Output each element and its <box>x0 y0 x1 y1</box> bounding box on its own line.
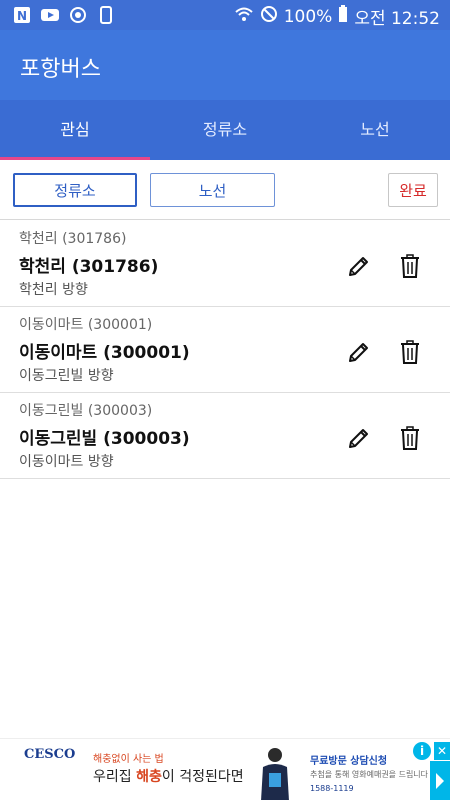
status-left-icons: N <box>12 5 116 25</box>
ad-person-image <box>255 745 295 800</box>
battery-percent: 100% <box>283 6 333 27</box>
trash-icon <box>401 254 419 278</box>
delete-button[interactable] <box>398 339 422 365</box>
stop-direction: 학천리 방향 <box>19 282 88 298</box>
tab-routes[interactable]: 노선 <box>300 100 450 160</box>
stop-filter-button[interactable]: 정류소 <box>13 173 137 207</box>
ad-logo: CESCO <box>24 747 76 762</box>
ad-cta: 무료방문 상담신청 <box>310 756 388 767</box>
app-title: 포항버스 <box>20 57 101 82</box>
edit-button[interactable] <box>346 253 372 279</box>
ad-arrow-icon[interactable] <box>430 761 450 800</box>
tab-favorites-label: 관심 <box>60 120 90 139</box>
youtube-icon <box>40 5 60 25</box>
favorites-list: 학천리 (301786) 학천리 (301786) 학천리 방향 이동이마트 (… <box>0 221 450 479</box>
battery-icon <box>338 5 348 28</box>
delete-button[interactable] <box>398 253 422 279</box>
ad-headline-suffix: 이 걱정된다면 <box>161 769 244 785</box>
ad-headline-highlight: 해충 <box>136 769 162 785</box>
ad-info-icon[interactable]: i <box>413 742 431 760</box>
tab-stops[interactable]: 정류소 <box>150 100 300 160</box>
status-right: 100% 오전 12:52 <box>234 4 440 29</box>
pencil-icon <box>349 257 368 276</box>
status-bar: N 100% 오전 12:52 <box>0 0 450 30</box>
clock: 오전 12:52 <box>354 9 440 29</box>
edit-button[interactable] <box>346 339 372 365</box>
do-not-disturb-icon <box>260 5 278 28</box>
tab-stops-label: 정류소 <box>202 120 248 139</box>
ad-tagline: 해충없이 사는 법 <box>93 754 164 765</box>
ad-promo: 추첨을 통해 영화예매권을 드립니다 <box>310 770 429 779</box>
tab-bar: 관심 정류소 노선 <box>0 100 450 160</box>
ad-headline-prefix: 우리집 <box>93 769 137 785</box>
stop-subtitle: 이동그린빌 (300003) <box>19 403 153 419</box>
stop-title: 학천리 (301786) <box>19 257 159 277</box>
ad-headline: 우리집 해충이 걱정된다면 <box>93 766 244 786</box>
wifi-icon <box>234 5 254 28</box>
app-bar: 포항버스 <box>0 30 450 100</box>
done-button[interactable]: 완료 <box>388 173 438 207</box>
edit-button[interactable] <box>346 425 372 451</box>
trash-icon <box>401 426 419 450</box>
list-item[interactable]: 이동이마트 (300001) 이동이마트 (300001) 이동그린빌 방향 <box>0 307 450 393</box>
trash-icon <box>401 340 419 364</box>
list-item[interactable]: 이동그린빌 (300003) 이동그린빌 (300003) 이동이마트 방향 <box>0 393 450 479</box>
list-item[interactable]: 학천리 (301786) 학천리 (301786) 학천리 방향 <box>0 221 450 307</box>
svg-text:N: N <box>17 9 27 23</box>
pencil-icon <box>349 429 368 448</box>
ad-banner[interactable]: CESCO 해충없이 사는 법 우리집 해충이 걱정된다면 무료방문 상담신청 … <box>0 738 450 800</box>
n-app-icon: N <box>12 5 32 25</box>
stop-direction: 이동그린빌 방향 <box>19 368 114 384</box>
filter-toolbar: 정류소 노선 완료 <box>0 160 450 220</box>
stop-direction: 이동이마트 방향 <box>19 454 114 470</box>
stop-title: 이동그린빌 (300003) <box>19 429 190 449</box>
ad-phone: 1588-1119 <box>310 784 354 793</box>
delete-button[interactable] <box>398 425 422 451</box>
route-filter-button[interactable]: 노선 <box>150 173 275 207</box>
ad-close-icon[interactable]: ✕ <box>434 742 450 760</box>
stop-title: 이동이마트 (300001) <box>19 343 190 363</box>
stop-subtitle: 이동이마트 (300001) <box>19 317 153 333</box>
tab-routes-label: 노선 <box>360 120 390 139</box>
sync-icon <box>68 5 88 25</box>
phone-device-icon <box>96 5 116 25</box>
pencil-icon <box>349 343 368 362</box>
stop-subtitle: 학천리 (301786) <box>19 231 127 247</box>
tab-favorites[interactable]: 관심 <box>0 100 150 160</box>
